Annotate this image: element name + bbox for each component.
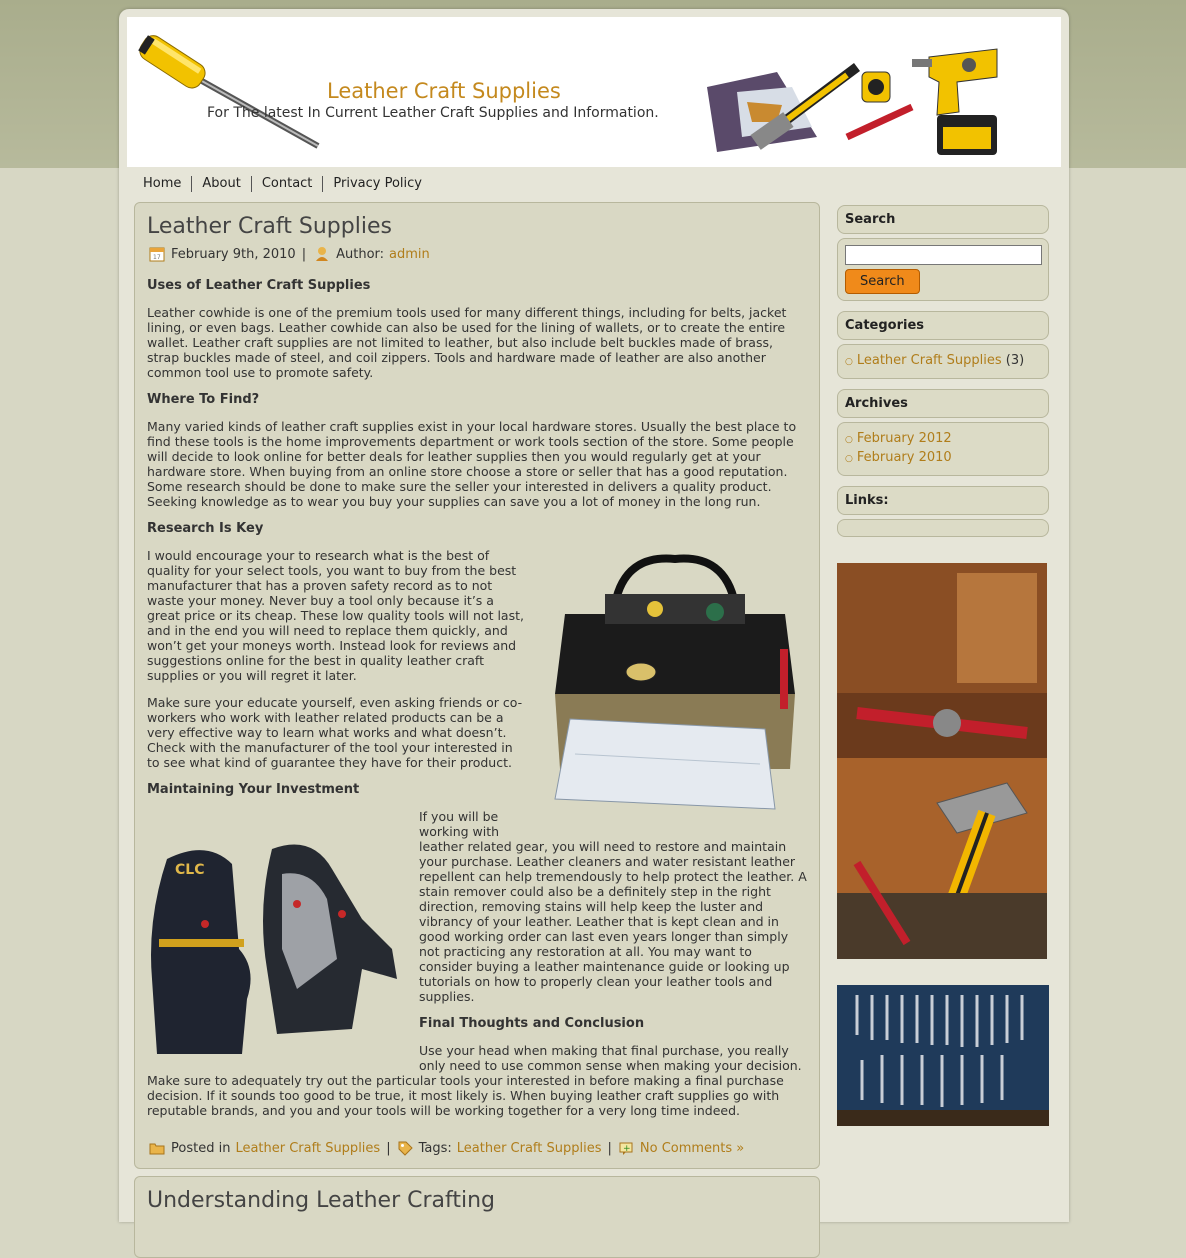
site-title[interactable]: Leather Craft Supplies xyxy=(327,79,561,103)
svg-text:CLC: CLC xyxy=(175,862,204,878)
tool-bag-image xyxy=(554,554,795,810)
meta-separator: | xyxy=(301,246,307,262)
paragraph: Many varied kinds of leather craft suppl… xyxy=(147,419,797,509)
search-input[interactable] xyxy=(845,245,1042,265)
author-link[interactable]: admin xyxy=(389,247,430,262)
category-link[interactable]: Leather Craft Supplies xyxy=(857,353,1002,368)
post-content: Uses of Leather Craft Supplies Leather c… xyxy=(147,278,807,1130)
folder-icon xyxy=(149,1143,165,1155)
section-heading: Research Is Key xyxy=(147,521,264,536)
post-date: February 9th, 2010 xyxy=(171,246,296,262)
page-container: Leather Craft Supplies For The latest In… xyxy=(119,9,1069,1258)
post-title[interactable]: Understanding Leather Crafting xyxy=(147,1188,495,1213)
comments-link[interactable]: No Comments » xyxy=(640,1141,744,1156)
screwdriver-image xyxy=(138,35,320,149)
archive-item: ○ February 2012 xyxy=(845,431,1041,446)
post-leather-craft-supplies: Leather Craft Supplies 17 February 9th, … xyxy=(134,202,820,1169)
archives-widget: ○ February 2012 ○ February 2010 xyxy=(837,422,1049,476)
add-comment-icon: + xyxy=(619,1142,633,1155)
nav-privacy-policy[interactable]: Privacy Policy xyxy=(322,176,432,192)
nav-about[interactable]: About xyxy=(191,176,250,192)
section-heading: Uses of Leather Craft Supplies xyxy=(147,278,371,293)
search-button[interactable]: Search xyxy=(845,269,920,294)
post-meta: 17 February 9th, 2010 | Author: admin xyxy=(149,246,430,262)
site-header: Leather Craft Supplies For The latest In… xyxy=(127,17,1061,167)
nav-home[interactable]: Home xyxy=(133,176,191,192)
links-widget-title: Links: xyxy=(837,486,1049,515)
work-gloves-image: CLC xyxy=(151,844,397,1054)
post-footer: Posted in Leather Craft Supplies | Tags:… xyxy=(149,1140,744,1156)
search-widget-title: Search xyxy=(837,205,1049,234)
calendar-icon: 17 xyxy=(149,247,165,262)
wrenches-photo-image xyxy=(837,985,1049,1126)
footer-separator: | xyxy=(607,1140,612,1156)
bullet-icon: ○ xyxy=(845,454,853,464)
archive-item: ○ February 2010 xyxy=(845,450,1041,465)
svg-text:17: 17 xyxy=(153,254,161,261)
tag-icon xyxy=(398,1141,413,1156)
search-widget: Search xyxy=(837,238,1049,301)
bullet-icon: ○ xyxy=(845,435,853,445)
footer-separator: | xyxy=(386,1140,391,1156)
post-understanding-leather-crafting: Understanding Leather Crafting xyxy=(134,1176,820,1258)
category-item: ○ Leather Craft Supplies (3) xyxy=(845,353,1041,368)
post-category-link[interactable]: Leather Craft Supplies xyxy=(235,1141,380,1156)
author-label: Author: xyxy=(336,246,385,262)
post-title[interactable]: Leather Craft Supplies xyxy=(147,214,392,239)
post-tag-link[interactable]: Leather Craft Supplies xyxy=(457,1141,602,1156)
svg-text:+: + xyxy=(623,1144,631,1154)
sidebar: Search Search Categories ○ Leather Craft … xyxy=(837,205,1049,1126)
site-description: For The latest In Current Leather Craft … xyxy=(207,105,659,121)
archive-link-february-2012[interactable]: February 2012 xyxy=(857,431,952,446)
archive-link-february-2010[interactable]: February 2010 xyxy=(857,450,952,465)
tools-collage-image xyxy=(707,48,998,155)
section-heading: Where To Find? xyxy=(147,392,260,407)
category-count: (3) xyxy=(1005,353,1025,368)
archives-widget-title: Archives xyxy=(837,389,1049,418)
bullet-icon: ○ xyxy=(845,357,853,367)
categories-widget-title: Categories xyxy=(837,311,1049,340)
main-navigation: Home About Contact Privacy Policy xyxy=(133,173,432,195)
paragraph: Leather cowhide is one of the premium to… xyxy=(147,305,787,380)
tools-photo-image xyxy=(837,563,1047,959)
tags-label: Tags: xyxy=(418,1140,452,1156)
author-icon xyxy=(316,247,329,261)
nav-contact[interactable]: Contact xyxy=(250,176,323,192)
posted-in-label: Posted in xyxy=(171,1140,231,1156)
links-widget xyxy=(837,519,1049,537)
categories-widget: ○ Leather Craft Supplies (3) xyxy=(837,344,1049,379)
